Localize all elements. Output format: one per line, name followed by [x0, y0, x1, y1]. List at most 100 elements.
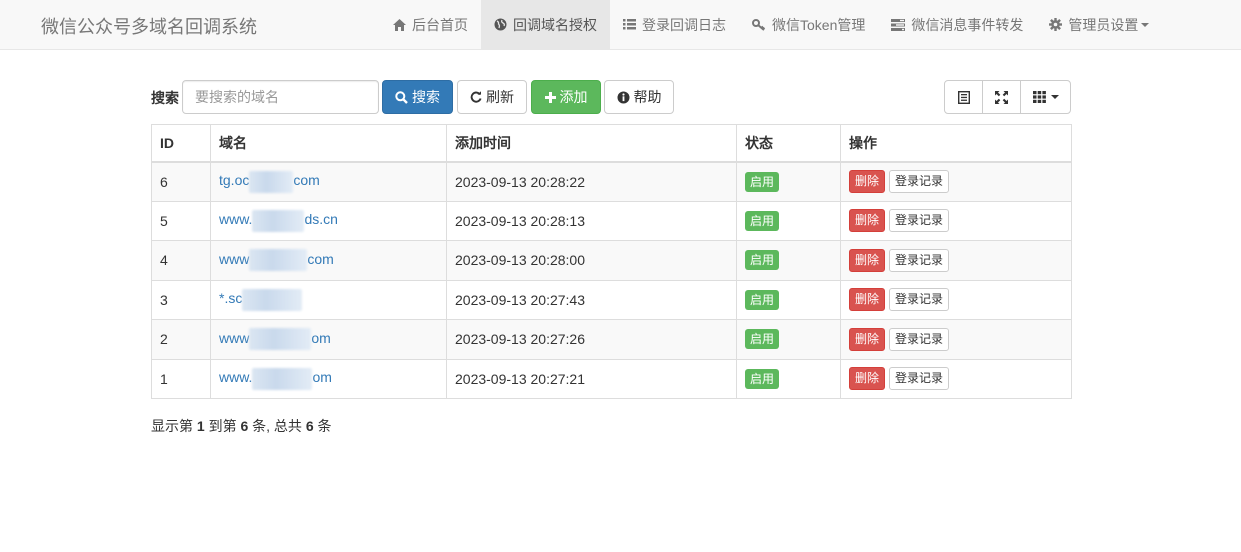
- info-icon: [617, 91, 629, 103]
- cell-id: 3: [151, 279, 211, 320]
- nav-item-domain-auth[interactable]: 回调域名授权: [481, 0, 610, 49]
- domain-link[interactable]: tg.oc com: [219, 170, 320, 193]
- cell-domain[interactable]: tg.oc com: [210, 161, 447, 202]
- table-row: 5 www. ds.cn 2023-09-13 20:28:13 启用 删除 登录记录: [151, 200, 1072, 241]
- cell-add-time: 2023-09-13 20:27:21: [446, 358, 737, 399]
- cell-actions: 删除 登录记录: [840, 319, 1072, 360]
- status-badge[interactable]: 启用: [745, 250, 780, 271]
- cell-domain[interactable]: *.sc: [210, 279, 447, 320]
- domain-prefix: www: [219, 250, 250, 267]
- domain-prefix: www: [219, 329, 250, 346]
- domain-link[interactable]: www. om: [219, 367, 332, 390]
- brand-title[interactable]: 微信公众号多域名回调系统: [41, 13, 257, 39]
- status-badge[interactable]: 启用: [745, 210, 780, 231]
- refresh-icon: [470, 91, 482, 103]
- cell-actions: 删除 登录记录: [840, 358, 1072, 399]
- login-log-button[interactable]: 登录记录: [889, 170, 950, 193]
- pagination-to-word: 到第: [208, 418, 237, 434]
- search-button-label: 搜索: [412, 89, 440, 105]
- cell-add-time: 2023-09-13 20:27:43: [446, 279, 737, 320]
- help-button-label: 帮助: [633, 89, 662, 105]
- nav-item-label: 登录回调日志: [642, 16, 726, 33]
- status-badge[interactable]: 启用: [745, 329, 780, 350]
- status-badge[interactable]: 启用: [745, 289, 780, 310]
- cell-id: 4: [151, 240, 211, 281]
- cell-actions: 删除 登录记录: [840, 279, 1072, 320]
- search-input[interactable]: [182, 80, 379, 114]
- table-body: 6 tg.oc com 2023-09-13 20:28:22 启用 删除 登录记录 5 www…: [151, 161, 1072, 399]
- domain-link[interactable]: www om: [219, 328, 331, 351]
- caret-down-icon: [1050, 95, 1059, 99]
- delete-button[interactable]: 删除: [849, 327, 886, 351]
- cell-status: 启用: [736, 200, 841, 241]
- status-badge[interactable]: 启用: [745, 171, 780, 192]
- nav-item-admin-settings[interactable]: 管理员设置: [1036, 0, 1162, 49]
- cell-domain[interactable]: www. om: [210, 358, 447, 399]
- refresh-button[interactable]: 刷新: [457, 80, 527, 114]
- domain-prefix: www.: [219, 369, 253, 386]
- delete-button[interactable]: 删除: [849, 288, 886, 312]
- fullscreen-button[interactable]: [982, 80, 1021, 114]
- cell-domain[interactable]: www com: [210, 240, 447, 281]
- domain-table: ID 域名 添加时间 状态 操作 6 tg.oc com 2023-09-13 20:…: [151, 124, 1072, 399]
- header-domain[interactable]: 域名: [210, 124, 447, 163]
- domain-suffix: com: [293, 172, 320, 189]
- nav-item-token[interactable]: 微信Token管理: [739, 0, 878, 49]
- cell-add-time: 2023-09-13 20:28:13: [446, 200, 737, 241]
- refresh-button-label: 刷新: [486, 89, 514, 105]
- header-id[interactable]: ID: [151, 124, 211, 163]
- cell-status: 启用: [736, 358, 841, 399]
- cell-domain[interactable]: www om: [210, 319, 447, 360]
- pagination-suffix: 条: [317, 418, 332, 434]
- redacted-blur: [249, 170, 294, 193]
- login-log-button[interactable]: 登录记录: [889, 209, 950, 233]
- login-log-button[interactable]: 登录记录: [889, 327, 950, 351]
- pagination-info: 显示第 1 到第 6 条, 总共 6 条: [151, 416, 332, 436]
- key-icon: [752, 18, 766, 31]
- toggle-view-button[interactable]: [944, 80, 983, 114]
- gear-icon: [1049, 18, 1063, 31]
- cell-actions: 删除 登录记录: [840, 240, 1072, 281]
- login-log-button[interactable]: 登录记录: [889, 248, 950, 272]
- search-button[interactable]: 搜索: [382, 80, 453, 114]
- table-toolbar: 搜索 搜索 刷新 添加 帮助: [151, 80, 1071, 114]
- cell-domain[interactable]: www. ds.cn: [210, 200, 447, 241]
- columns-toggle-button[interactable]: [1020, 80, 1071, 114]
- nav-item-home[interactable]: 后台首页: [380, 0, 481, 49]
- domain-suffix: ds.cn: [304, 211, 338, 228]
- table-row: 6 tg.oc com 2023-09-13 20:28:22 启用 删除 登录记录: [151, 161, 1072, 202]
- domain-prefix: *.sc: [219, 290, 243, 307]
- delete-button[interactable]: 删除: [849, 367, 886, 391]
- delete-button[interactable]: 删除: [849, 209, 886, 233]
- add-button[interactable]: 添加: [531, 80, 601, 114]
- domain-link[interactable]: www. ds.cn: [219, 209, 338, 232]
- redacted-blur: [252, 367, 313, 390]
- help-button[interactable]: 帮助: [604, 80, 674, 114]
- caret-down-icon: [1141, 22, 1150, 27]
- cell-id: 1: [151, 358, 211, 399]
- table-row: 3 *.sc 2023-09-13 20:27:43 启用 删除 登录记录: [151, 279, 1072, 320]
- redacted-blur: [249, 328, 312, 351]
- list-view-icon: [957, 90, 970, 104]
- domain-link[interactable]: *.sc: [219, 288, 303, 311]
- header-status[interactable]: 状态: [736, 124, 841, 163]
- domain-prefix: www.: [219, 211, 253, 228]
- navbar: 微信公众号多域名回调系统 后台首页 回调域名授权 登录回调日志 微信Token管…: [0, 0, 1241, 50]
- status-badge[interactable]: 启用: [745, 368, 780, 389]
- nav-item-label: 管理员设置: [1068, 16, 1139, 33]
- nav-item-label: 微信消息事件转发: [911, 16, 1024, 33]
- delete-button[interactable]: 删除: [849, 170, 886, 193]
- nav-item-label: 微信Token管理: [772, 16, 866, 33]
- domain-link[interactable]: www com: [219, 249, 334, 272]
- cell-add-time: 2023-09-13 20:28:22: [446, 161, 737, 202]
- header-add-time[interactable]: 添加时间: [446, 124, 737, 163]
- nav-item-event-forward[interactable]: 微信消息事件转发: [878, 0, 1036, 49]
- nav-item-login-log[interactable]: 登录回调日志: [610, 0, 739, 49]
- grid-icon: [1032, 91, 1046, 103]
- cell-actions: 删除 登录记录: [840, 161, 1072, 202]
- pagination-mid: 条, 总共: [252, 418, 302, 434]
- globe-icon: [494, 18, 507, 31]
- login-log-button[interactable]: 登录记录: [889, 367, 950, 391]
- delete-button[interactable]: 删除: [849, 248, 886, 272]
- login-log-button[interactable]: 登录记录: [889, 288, 950, 312]
